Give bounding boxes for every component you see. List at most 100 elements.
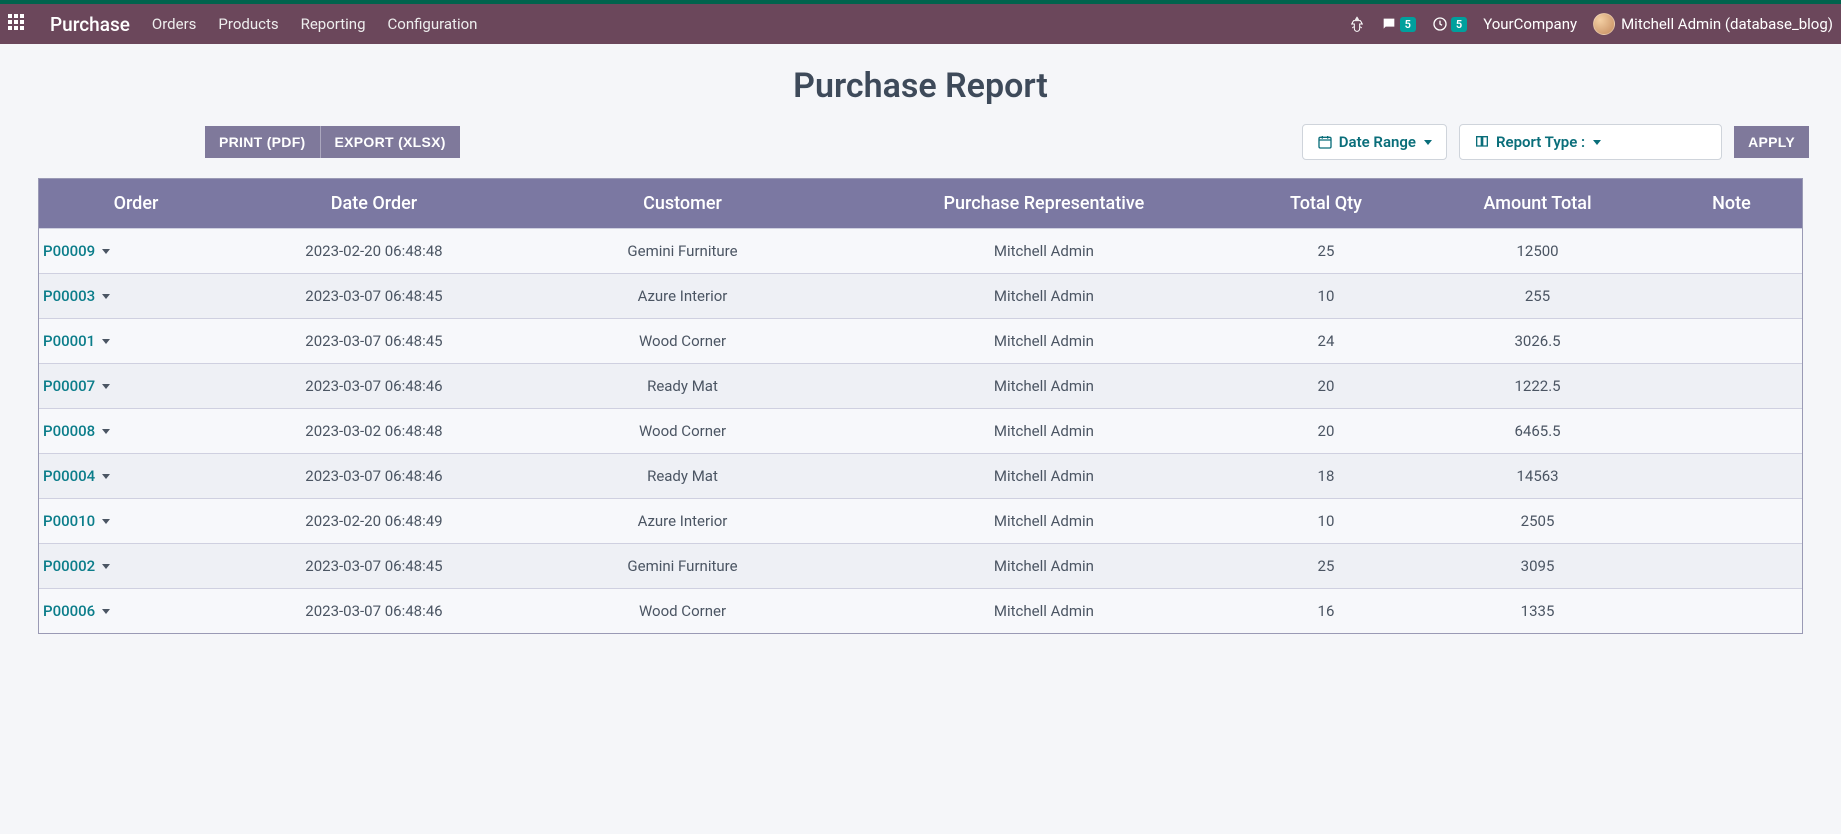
cell-rep: Mitchell Admin	[850, 409, 1238, 454]
cell-note	[1661, 454, 1802, 499]
chevron-down-icon	[102, 339, 110, 344]
export-xlsx-button[interactable]: Export (XLSX)	[320, 126, 460, 158]
cell-qty: 18	[1238, 454, 1414, 499]
report-table: Order Date Order Customer Purchase Repre…	[38, 178, 1803, 634]
cell-date: 2023-02-20 06:48:48	[233, 229, 515, 274]
nav-item-configuration[interactable]: Configuration	[388, 15, 478, 33]
table-row: P000012023-03-07 06:48:45Wood CornerMitc…	[39, 319, 1802, 364]
nav-bug-icon[interactable]	[1349, 16, 1365, 32]
cell-amount: 255	[1414, 274, 1661, 319]
cell-note	[1661, 544, 1802, 589]
cell-customer: Ready Mat	[515, 454, 850, 499]
print-pdf-button[interactable]: Print (PDF)	[205, 126, 320, 158]
order-link[interactable]: P00002	[43, 557, 110, 575]
chevron-down-icon	[102, 384, 110, 389]
col-header-rep[interactable]: Purchase Representative	[850, 179, 1238, 229]
order-link[interactable]: P00003	[43, 287, 110, 305]
main-navbar: Purchase Orders Products Reporting Confi…	[0, 4, 1841, 44]
nav-messages-icon[interactable]: 5	[1381, 16, 1416, 32]
cell-qty: 10	[1238, 499, 1414, 544]
date-range-dropdown[interactable]: Date Range	[1302, 124, 1447, 160]
nav-company-switcher[interactable]: YourCompany	[1483, 15, 1577, 33]
cell-amount: 1335	[1414, 589, 1661, 634]
cell-customer: Azure Interior	[515, 274, 850, 319]
chevron-down-icon	[102, 429, 110, 434]
apply-button[interactable]: Apply	[1734, 126, 1809, 158]
col-header-amount[interactable]: Amount Total	[1414, 179, 1661, 229]
col-header-date[interactable]: Date Order	[233, 179, 515, 229]
nav-brand[interactable]: Purchase	[50, 13, 130, 36]
cell-note	[1661, 409, 1802, 454]
chevron-down-icon	[102, 249, 110, 254]
cell-date: 2023-03-07 06:48:46	[233, 454, 515, 499]
order-link[interactable]: P00001	[43, 332, 110, 350]
order-link[interactable]: P00007	[43, 377, 110, 395]
cell-amount: 3026.5	[1414, 319, 1661, 364]
order-id: P00007	[43, 377, 95, 395]
cell-note	[1661, 589, 1802, 634]
cell-qty: 25	[1238, 229, 1414, 274]
order-id: P00006	[43, 602, 95, 620]
table-row: P000042023-03-07 06:48:46Ready MatMitche…	[39, 454, 1802, 499]
table-row: P000082023-03-02 06:48:48Wood CornerMitc…	[39, 409, 1802, 454]
col-header-order[interactable]: Order	[39, 179, 233, 229]
cell-qty: 24	[1238, 319, 1414, 364]
cell-qty: 20	[1238, 364, 1414, 409]
nav-user-menu[interactable]: Mitchell Admin (database_blog)	[1593, 13, 1833, 35]
cell-customer: Wood Corner	[515, 589, 850, 634]
nav-item-reporting[interactable]: Reporting	[301, 15, 366, 33]
chevron-down-icon	[102, 564, 110, 569]
cell-amount: 6465.5	[1414, 409, 1661, 454]
nav-activities-icon[interactable]: 5	[1432, 16, 1467, 32]
nav-item-orders[interactable]: Orders	[152, 15, 197, 33]
cell-rep: Mitchell Admin	[850, 319, 1238, 364]
chevron-down-icon	[102, 474, 110, 479]
order-id: P00008	[43, 422, 95, 440]
col-header-note[interactable]: Note	[1661, 179, 1802, 229]
chevron-down-icon	[102, 519, 110, 524]
order-link[interactable]: P00010	[43, 512, 110, 530]
calendar-icon	[1317, 134, 1333, 150]
cell-note	[1661, 499, 1802, 544]
col-header-customer[interactable]: Customer	[515, 179, 850, 229]
cell-qty: 16	[1238, 589, 1414, 634]
order-link[interactable]: P00004	[43, 467, 110, 485]
chevron-down-icon	[102, 609, 110, 614]
report-type-label: Report Type :	[1496, 133, 1585, 151]
cell-rep: Mitchell Admin	[850, 229, 1238, 274]
order-link[interactable]: P00006	[43, 602, 110, 620]
cell-note	[1661, 229, 1802, 274]
date-range-label: Date Range	[1339, 133, 1416, 151]
report-type-dropdown[interactable]: Report Type :	[1459, 124, 1722, 160]
order-id: P00010	[43, 512, 95, 530]
cell-date: 2023-03-07 06:48:45	[233, 544, 515, 589]
cell-customer: Wood Corner	[515, 319, 850, 364]
apps-menu-icon[interactable]	[8, 14, 28, 34]
table-row: P000062023-03-07 06:48:46Wood CornerMitc…	[39, 589, 1802, 634]
cell-qty: 10	[1238, 274, 1414, 319]
book-icon	[1474, 134, 1490, 150]
cell-date: 2023-03-07 06:48:46	[233, 364, 515, 409]
cell-rep: Mitchell Admin	[850, 499, 1238, 544]
cell-amount: 3095	[1414, 544, 1661, 589]
table-row: P00010 2023-02-20 06:48:49Azure InteriorM…	[39, 499, 1802, 544]
cell-customer: Wood Corner	[515, 409, 850, 454]
cell-date: 2023-02-20 06:48:49	[233, 499, 515, 544]
cell-customer: Gemini Furniture	[515, 229, 850, 274]
col-header-qty[interactable]: Total Qty	[1238, 179, 1414, 229]
table-row: P000072023-03-07 06:48:46Ready MatMitche…	[39, 364, 1802, 409]
chevron-down-icon	[1424, 140, 1432, 145]
activities-badge: 5	[1451, 17, 1467, 32]
nav-user-label: Mitchell Admin (database_blog)	[1621, 15, 1833, 33]
cell-qty: 25	[1238, 544, 1414, 589]
order-id: P00004	[43, 467, 95, 485]
cell-rep: Mitchell Admin	[850, 589, 1238, 634]
cell-note	[1661, 364, 1802, 409]
order-link[interactable]: P00009	[43, 242, 110, 260]
cell-rep: Mitchell Admin	[850, 274, 1238, 319]
cell-date: 2023-03-07 06:48:45	[233, 274, 515, 319]
nav-item-products[interactable]: Products	[218, 15, 278, 33]
cell-customer: Azure Interior	[515, 499, 850, 544]
avatar-icon	[1593, 13, 1615, 35]
order-link[interactable]: P00008	[43, 422, 110, 440]
